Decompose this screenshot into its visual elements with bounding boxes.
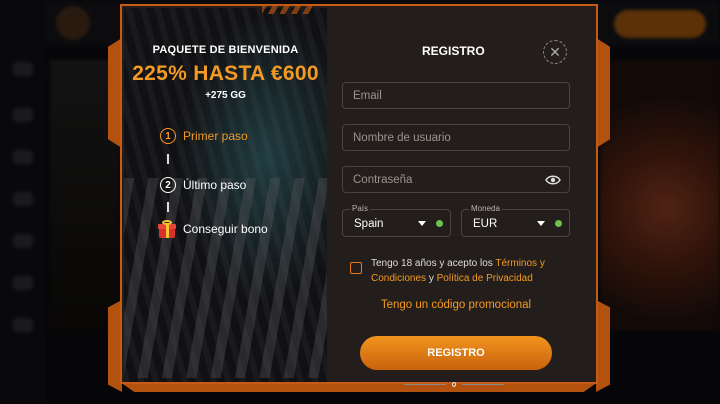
welcome-promo-panel: PAQUETE DE BIENVENIDA 225% HASTA €600 +2… <box>124 8 327 382</box>
email-input[interactable] <box>343 83 569 108</box>
promo-extra: +275 GG <box>205 90 246 101</box>
terms-conjunction: y <box>428 273 434 284</box>
email-field[interactable] <box>342 82 570 109</box>
step-2-number: 2 <box>160 177 176 193</box>
country-value: Spain <box>354 218 384 230</box>
registration-modal: PAQUETE DE BIENVENIDA 225% HASTA €600 +2… <box>120 4 598 387</box>
frame-top-stripes <box>262 4 312 14</box>
promo-code-link[interactable]: Tengo un código promocional <box>342 299 570 311</box>
chevron-down-icon <box>418 221 426 226</box>
terms-prefix: Tengo 18 años y acepto los <box>371 258 493 269</box>
frame-tab-top-right <box>596 38 610 148</box>
step-connector <box>167 202 169 212</box>
step-connector <box>167 154 169 164</box>
step-2-label: Último paso <box>183 178 247 192</box>
country-select[interactable]: País Spain <box>342 204 451 237</box>
form-title: REGISTRO <box>422 44 485 58</box>
username-field[interactable] <box>342 124 570 151</box>
frame-tab-bottom-right <box>596 300 610 392</box>
step-3-label: Conseguir bono <box>183 222 268 236</box>
password-input[interactable] <box>343 167 569 192</box>
valid-status-icon <box>436 220 443 227</box>
register-button[interactable]: REGISTRO <box>360 336 552 370</box>
step-first: 1 Primer paso <box>160 128 248 144</box>
promo-amount: 225% HASTA €600 <box>132 62 319 85</box>
currency-label: Moneda <box>469 204 502 213</box>
show-password-icon[interactable] <box>545 173 561 187</box>
terms-text: Tengo 18 años y acepto los Términos y Co… <box>371 256 561 286</box>
country-label: País <box>350 204 371 213</box>
chevron-down-icon <box>537 221 545 226</box>
close-icon[interactable]: ✕ <box>543 40 567 64</box>
valid-status-icon <box>555 220 562 227</box>
age-terms-checkbox[interactable] <box>350 262 362 274</box>
scroll-indicator <box>404 381 504 387</box>
password-field[interactable] <box>342 166 570 193</box>
currency-value: EUR <box>473 218 498 230</box>
step-1-label: Primer paso <box>183 129 248 143</box>
step-1-number: 1 <box>160 128 176 144</box>
promo-title: PAQUETE DE BIENVENIDA <box>152 44 299 56</box>
step-bonus: Conseguir bono <box>158 220 268 238</box>
gift-icon <box>158 220 176 238</box>
step-last: 2 Último paso <box>160 177 246 193</box>
username-input[interactable] <box>343 125 569 150</box>
currency-select[interactable]: Moneda EUR <box>461 204 570 237</box>
privacy-link[interactable]: Política de Privacidad <box>437 273 533 284</box>
